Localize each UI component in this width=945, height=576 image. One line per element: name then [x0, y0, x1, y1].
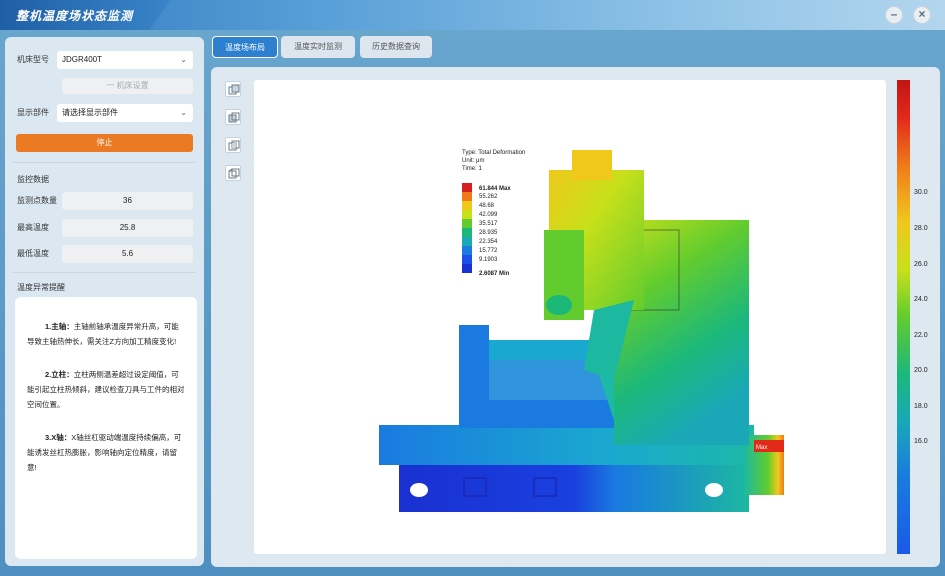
minimize-button[interactable]: – — [885, 6, 903, 24]
legend-value: 15.772 — [479, 248, 498, 254]
divider — [13, 162, 196, 163]
max-marker-label: Max — [756, 445, 767, 451]
model-canvas[interactable]: Max Type: Total Deformation Unit: μm Tim… — [254, 80, 886, 554]
top-view-icon — [228, 168, 240, 179]
machine-label: 机床型号 — [17, 55, 49, 64]
legend-value: 9.1903 — [479, 257, 498, 263]
chevron-down-icon: ⌄ — [180, 55, 187, 64]
display-select[interactable]: 请选择显示部件 ⌄ — [57, 104, 193, 122]
stat-row: 监测点数量 36 — [5, 192, 204, 210]
legend-swatch — [462, 219, 472, 228]
bolt-hole — [410, 483, 428, 497]
colorbar-tick: 22.0 — [914, 332, 928, 339]
colorbar-tick: 16.0 — [914, 438, 928, 445]
colorbar-tick: 30.0 — [914, 189, 928, 196]
machine-row: 机床型号 JDGR400T ⌄ — [5, 51, 204, 69]
legend-swatch — [462, 210, 472, 219]
legend-swatch — [462, 228, 472, 237]
alert-item: 3.X轴：X轴丝杠驱动端温度持续偏高，可能诱发丝杠热膨胀，影响轴向定位精度，请留… — [27, 430, 185, 475]
stat-label: 监测点数量 — [17, 196, 57, 205]
stat-row: 最高温度 25.8 — [5, 219, 204, 237]
legend-time: Time: 1 — [462, 166, 482, 172]
front-view-icon — [228, 112, 240, 123]
left-panel: 机床型号 JDGR400T ⌄ 一 机床设置 显示部件 请选择显示部件 ⌄ 停止… — [5, 37, 204, 566]
display-placeholder: 请选择显示部件 — [62, 108, 118, 117]
stop-button[interactable]: 停止 — [16, 134, 193, 152]
window-title: 整机温度场状态监测 — [16, 9, 134, 23]
legend-swatch — [462, 192, 472, 201]
bolt-hole — [705, 483, 723, 497]
legend-type: Type: Total Deformation — [462, 150, 525, 156]
colorbar-tick: 20.0 — [914, 367, 928, 374]
alert-box: 1.主轴：主轴前轴承温度异常升高，可能导致主轴热伸长，需关注Z方向加工精度变化!… — [15, 297, 197, 559]
machine-base — [399, 462, 749, 512]
alert-head: 3.X轴： — [45, 433, 72, 442]
stat-label: 最高温度 — [17, 223, 49, 232]
monitor-title: 监控数据 — [17, 175, 49, 184]
trunnion-left — [459, 325, 489, 400]
side-view-icon — [228, 140, 240, 151]
spindle-nose — [546, 295, 572, 315]
side-view-button[interactable] — [225, 137, 241, 153]
legend-value: 55.262 — [479, 194, 498, 200]
legend-value: 28.935 — [479, 230, 498, 236]
front-view-button[interactable] — [225, 109, 241, 125]
legend-min: 2.6087 Min — [479, 271, 510, 277]
stat-value: 25.8 — [62, 219, 193, 237]
legend-swatch — [462, 201, 472, 210]
alert-head: 1.主轴： — [45, 322, 74, 331]
tab-temperature-layout[interactable]: 温度场布局 — [212, 36, 278, 58]
deformation-model: Max Type: Total Deformation Unit: μm Tim… — [379, 150, 784, 512]
machine-value: JDGR400T — [62, 55, 103, 64]
display-row: 显示部件 请选择显示部件 ⌄ — [5, 104, 204, 122]
legend-value: 48.68 — [479, 203, 495, 209]
main-panel: Max Type: Total Deformation Unit: μm Tim… — [211, 67, 940, 567]
colorbar-tick: 24.0 — [914, 296, 928, 303]
legend-swatches — [462, 183, 472, 273]
stat-value: 36 — [62, 192, 193, 210]
legend-swatch — [462, 255, 472, 264]
legend-swatch — [462, 237, 472, 246]
colorbar-tick: 18.0 — [914, 403, 928, 410]
colorbar-tick: 26.0 — [914, 261, 928, 268]
stat-value: 5.6 — [62, 245, 193, 263]
colorbar-tick: 28.0 — [914, 225, 928, 232]
legend-swatch — [462, 183, 472, 192]
close-button[interactable]: × — [913, 6, 931, 24]
stat-row: 最低温度 5.6 — [5, 245, 204, 263]
alert-item: 1.主轴：主轴前轴承温度异常升高，可能导致主轴热伸长，需关注Z方向加工精度变化! — [27, 319, 185, 349]
legend-max: 61.844 Max — [479, 186, 511, 192]
alert-title: 温度异常提醒 — [17, 283, 65, 292]
alert-head: 2.立柱： — [45, 370, 74, 379]
chevron-down-icon: ⌄ — [180, 108, 187, 117]
iso-view-button[interactable] — [225, 81, 241, 97]
legend-value: 42.099 — [479, 212, 498, 218]
divider — [13, 272, 196, 273]
top-view-button[interactable] — [225, 165, 241, 181]
legend-value: 35.517 — [479, 221, 498, 227]
display-label: 显示部件 — [17, 108, 49, 117]
legend-unit: Unit: μm — [462, 158, 484, 164]
tab-realtime-monitor[interactable]: 温度实时监测 — [281, 36, 355, 58]
legend-value: 22.354 — [479, 239, 498, 245]
iso-view-icon — [228, 84, 240, 95]
stat-label: 最低温度 — [17, 249, 49, 258]
machine-setup-button[interactable]: 一 机床设置 — [62, 78, 193, 94]
tab-history-query[interactable]: 历史数据查询 — [360, 36, 432, 58]
temperature-colorbar — [897, 80, 910, 554]
title-bar: 整机温度场状态监测 – × — [0, 0, 945, 30]
head-top — [572, 150, 612, 180]
legend-swatch — [462, 246, 472, 255]
legend-swatch — [462, 264, 472, 273]
alert-item: 2.立柱：立柱两侧温差超过设定阈值，可能引起立柱热倾斜，建议检查刀具与工件的相对… — [27, 367, 185, 412]
machine-select[interactable]: JDGR400T ⌄ — [57, 51, 193, 69]
